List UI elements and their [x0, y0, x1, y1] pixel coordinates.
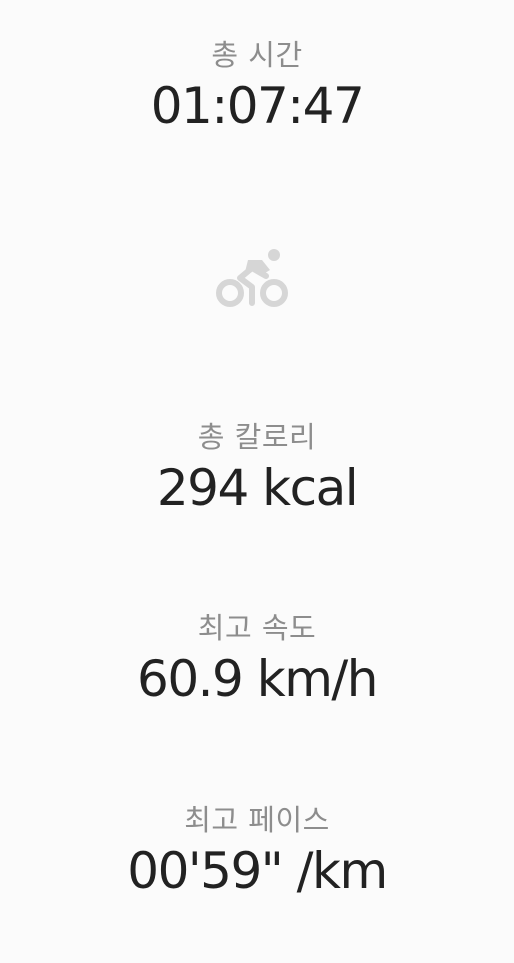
best-pace-stat: 최고 페이스 00'59" /km	[0, 800, 514, 902]
total-time-value: 01:07:47	[150, 77, 365, 135]
best-pace-value: 00'59" /km	[127, 842, 388, 900]
workout-summary-screen: { "stats": { "total_time": { "label": "총…	[0, 0, 514, 963]
total-time-label: 총 시간	[211, 38, 303, 72]
max-speed-stat: 최고 속도 60.9 km/h	[0, 608, 514, 710]
calories-stat: 총 칼로리 294 kcal	[0, 417, 514, 519]
max-speed-value: 60.9 km/h	[137, 650, 378, 708]
best-pace-label: 최고 페이스	[184, 803, 330, 837]
total-time-stat: 총 시간 01:07:47	[0, 35, 514, 137]
cycling-icon	[214, 246, 294, 312]
max-speed-label: 최고 속도	[197, 611, 317, 645]
calories-label: 총 칼로리	[197, 420, 317, 454]
calories-value: 294 kcal	[156, 459, 359, 517]
